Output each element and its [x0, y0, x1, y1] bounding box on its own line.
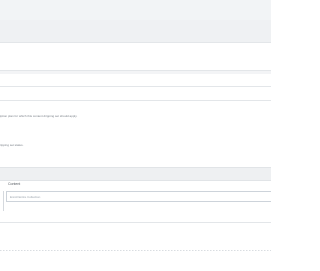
content-input[interactable]: [6, 191, 271, 202]
dotted-divider: [0, 250, 271, 251]
divider: [0, 100, 271, 101]
divider: [0, 42, 271, 43]
field-accent: [3, 191, 4, 211]
header-panel-lower: [0, 20, 271, 42]
plan-help-text: iption plan for which this content dripp…: [0, 114, 78, 118]
content-label: Content: [8, 182, 21, 186]
status-help-text: ripping set status.: [0, 143, 24, 147]
divider: [0, 86, 271, 87]
divider: [0, 70, 271, 71]
divider: [0, 222, 271, 223]
section-divider: [0, 167, 271, 181]
header-panel: [0, 0, 271, 20]
page: iption plan for which this content dripp…: [0, 0, 271, 271]
